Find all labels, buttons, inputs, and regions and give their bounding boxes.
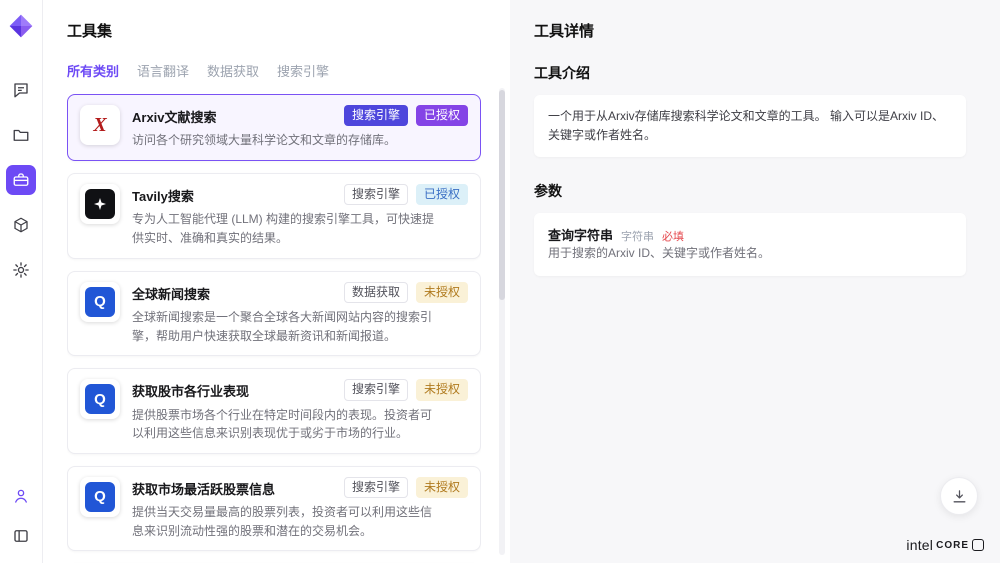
tool-description: 专为人工智能代理 (LLM) 构建的搜索引擎工具，可快速提供实时、准确和真实的结…	[132, 210, 468, 247]
category-tabs: 所有类别语言翻译数据获取搜索引擎	[67, 61, 510, 80]
sparkle-icon	[85, 189, 115, 219]
tool-icon: Q	[80, 477, 120, 517]
tool-card-header: Arxiv文献搜索搜索引擎已授权	[132, 105, 468, 126]
arxiv-logo-icon: X	[85, 110, 115, 140]
intro-text: 一个用于从Arxiv存储库搜索科学论文和文章的工具。 输入可以是Arxiv ID…	[548, 107, 952, 145]
tool-icon: Q	[80, 282, 120, 322]
tool-badges: 搜索引擎未授权	[344, 379, 468, 400]
list-scrollbar[interactable]	[499, 88, 505, 555]
intel-core-logo: intel CORE	[906, 537, 984, 553]
tool-card-body: 获取股市各行业表现搜索引擎未授权提供股票市场各个行业在特定时间段内的表现。投资者…	[132, 379, 468, 443]
tool-card-header: 获取市场最活跃股票信息搜索引擎未授权	[132, 477, 468, 498]
category-tab[interactable]: 语言翻译	[137, 61, 189, 80]
category-badge: 数据获取	[344, 282, 408, 303]
param-description: 用于搜索的Arxiv ID、关键字或作者姓名。	[548, 244, 952, 263]
tool-badges: 搜索引擎已授权	[344, 105, 468, 126]
download-icon	[951, 488, 968, 505]
tool-card-body: Arxiv文献搜索搜索引擎已授权访问各个研究领域大量科学论文和文章的存储库。	[132, 105, 468, 150]
page-title: 工具集	[67, 20, 510, 41]
sidebar-item-chat[interactable]	[6, 75, 36, 105]
tool-list: XArxiv文献搜索搜索引擎已授权访问各个研究领域大量科学论文和文章的存储库。T…	[67, 94, 481, 563]
sidebar	[0, 0, 43, 563]
folder-icon	[12, 126, 30, 144]
tool-description: 全球新闻搜索是一个聚合全球各大新闻网站内容的搜索引擎，帮助用户快速获取全球最新资…	[132, 308, 468, 345]
brand-primary: intel	[906, 537, 933, 553]
sidebar-item-settings[interactable]	[6, 255, 36, 285]
category-tab[interactable]: 所有类别	[67, 61, 119, 80]
param-required-flag: 必填	[662, 228, 684, 244]
param-name: 查询字符串	[548, 225, 613, 244]
intro-heading: 工具介绍	[534, 63, 966, 83]
param-header: 查询字符串 字符串 必填	[548, 225, 952, 244]
sidebar-nav	[6, 75, 36, 285]
tool-card[interactable]: Tavily搜索搜索引擎已授权专为人工智能代理 (LLM) 构建的搜索引擎工具，…	[67, 173, 481, 259]
tool-card-body: 获取市场最活跃股票信息搜索引擎未授权提供当天交易量最高的股票列表，投资者可以利用…	[132, 477, 468, 541]
tool-description: 访问各个研究领域大量科学论文和文章的存储库。	[132, 131, 468, 150]
auth-status-badge: 未授权	[416, 379, 468, 400]
app-window: 工具集 所有类别语言翻译数据获取搜索引擎 XArxiv文献搜索搜索引擎已授权访问…	[0, 0, 1000, 563]
tool-card-header: Tavily搜索搜索引擎已授权	[132, 184, 468, 205]
chat-icon	[12, 81, 30, 99]
tool-card[interactable]: XArxiv文献搜索搜索引擎已授权访问各个研究领域大量科学论文和文章的存储库。	[67, 94, 481, 161]
panel-icon	[12, 527, 30, 545]
detail-title: 工具详情	[534, 20, 966, 41]
category-badge: 搜索引擎	[344, 105, 408, 126]
param-card: 查询字符串 字符串 必填 用于搜索的Arxiv ID、关键字或作者姓名。	[534, 213, 966, 275]
sidebar-item-plugins[interactable]	[6, 210, 36, 240]
category-badge: 搜索引擎	[344, 379, 408, 400]
q-logo-icon: Q	[85, 287, 115, 317]
tool-card-body: Tavily搜索搜索引擎已授权专为人工智能代理 (LLM) 构建的搜索引擎工具，…	[132, 184, 468, 248]
sidebar-item-collapse[interactable]	[6, 521, 36, 551]
tool-description: 提供股票市场各个行业在特定时间段内的表现。投资者可以利用这些信息来识别表现优于或…	[132, 406, 468, 443]
brand-badge-icon	[972, 539, 984, 551]
sidebar-bottom	[6, 481, 36, 551]
tool-card[interactable]: Q 获取股市各行业表现搜索引擎未授权提供股票市场各个行业在特定时间段内的表现。投资…	[67, 368, 481, 454]
intro-card: 一个用于从Arxiv存储库搜索科学论文和文章的工具。 输入可以是Arxiv ID…	[534, 95, 966, 157]
tool-detail-panel: 工具详情 工具介绍 一个用于从Arxiv存储库搜索科学论文和文章的工具。 输入可…	[510, 0, 1000, 563]
params-heading: 参数	[534, 181, 966, 201]
tool-badges: 数据获取未授权	[344, 282, 468, 303]
tool-icon	[80, 184, 120, 224]
app-logo-icon	[8, 13, 34, 39]
tool-name: 获取股市各行业表现	[132, 379, 336, 400]
tool-badges: 搜索引擎已授权	[344, 184, 468, 205]
auth-status-badge: 已授权	[416, 184, 468, 205]
tool-name: Tavily搜索	[132, 184, 336, 205]
category-badge: 搜索引擎	[344, 184, 408, 205]
tool-description: 提供当天交易量最高的股票列表，投资者可以利用这些信息来识别流动性强的股票和潜在的…	[132, 503, 468, 540]
tool-card-body: 全球新闻搜索数据获取未授权全球新闻搜索是一个聚合全球各大新闻网站内容的搜索引擎，…	[132, 282, 468, 346]
briefcase-icon	[12, 171, 30, 189]
q-logo-icon: Q	[85, 482, 115, 512]
category-tab[interactable]: 搜索引擎	[277, 61, 329, 80]
tool-icon: Q	[80, 379, 120, 419]
user-icon	[12, 487, 30, 505]
gear-icon	[12, 261, 30, 279]
sidebar-item-files[interactable]	[6, 120, 36, 150]
sidebar-item-tools[interactable]	[6, 165, 36, 195]
sidebar-item-user[interactable]	[6, 481, 36, 511]
auth-status-badge: 已授权	[416, 105, 468, 126]
tool-card-header: 全球新闻搜索数据获取未授权	[132, 282, 468, 303]
auth-status-badge: 未授权	[416, 282, 468, 303]
box-icon	[12, 216, 30, 234]
param-type: 字符串	[621, 228, 654, 244]
tool-name: Arxiv文献搜索	[132, 105, 336, 126]
auth-status-badge: 未授权	[416, 477, 468, 498]
tool-name: 获取市场最活跃股票信息	[132, 477, 336, 498]
category-tab[interactable]: 数据获取	[207, 61, 259, 80]
tool-card[interactable]: Q 全球新闻搜索数据获取未授权全球新闻搜索是一个聚合全球各大新闻网站内容的搜索引擎…	[67, 271, 481, 357]
category-badge: 搜索引擎	[344, 477, 408, 498]
scrollbar-thumb[interactable]	[499, 90, 505, 300]
tool-list-panel: 工具集 所有类别语言翻译数据获取搜索引擎 XArxiv文献搜索搜索引擎已授权访问…	[43, 0, 510, 563]
tool-icon: X	[80, 105, 120, 145]
download-button[interactable]	[940, 477, 978, 515]
q-logo-icon: Q	[85, 384, 115, 414]
tool-card-header: 获取股市各行业表现搜索引擎未授权	[132, 379, 468, 400]
tool-card[interactable]: Q 获取市场最活跃股票信息搜索引擎未授权提供当天交易量最高的股票列表，投资者可以利…	[67, 466, 481, 552]
tool-badges: 搜索引擎未授权	[344, 477, 468, 498]
brand-secondary: CORE	[936, 540, 969, 551]
tool-name: 全球新闻搜索	[132, 282, 336, 303]
